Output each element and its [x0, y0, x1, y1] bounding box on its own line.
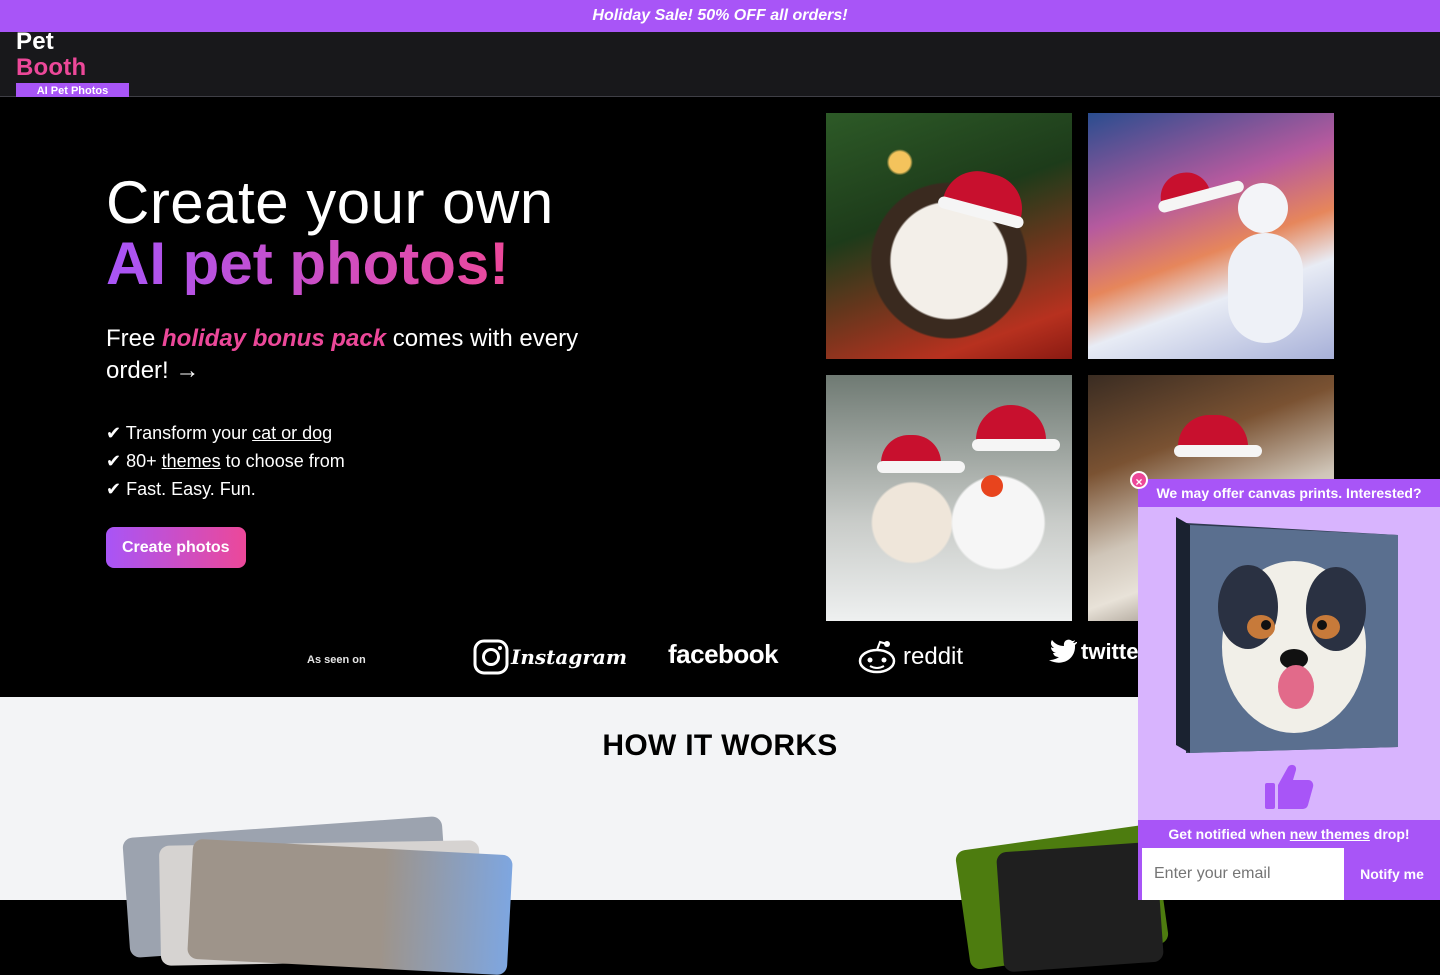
notify-text: Get notified when	[1168, 826, 1290, 842]
feature-item: ✔ Transform your cat or dog	[106, 419, 666, 447]
santa-hat-icon	[942, 163, 1030, 223]
santa-hat-icon	[1155, 167, 1211, 207]
facebook-wordmark: facebook	[668, 639, 779, 669]
reddit-wordmark: reddit	[903, 643, 964, 670]
cat-or-dog-link[interactable]: cat or dog	[252, 423, 332, 443]
hero-subtitle-emphasis: holiday bonus pack	[162, 325, 387, 352]
santa-hat-icon	[877, 435, 965, 473]
gallery-photo-dog-snowman[interactable]	[1088, 113, 1334, 359]
gallery-photo-cat-snowman[interactable]	[826, 375, 1072, 621]
twitter-bird-icon	[1049, 639, 1077, 663]
sample-photo-card	[187, 838, 513, 975]
twitter-logo: twitter	[1047, 639, 1147, 665]
thumbs-up-icon[interactable]	[1264, 763, 1314, 811]
snowman-body-icon	[1228, 233, 1303, 343]
feature-text: ✔ 80+	[106, 451, 162, 471]
santa-hat-icon	[972, 405, 1060, 451]
feature-text: to choose from	[220, 451, 345, 471]
promo-banner: Holiday Sale! 50% OFF all orders!	[0, 0, 1440, 32]
hero-title-line1: Create your own	[106, 169, 554, 236]
logo[interactable]: Pet Booth AI Pet Photos	[16, 29, 129, 99]
as-seen-on-label: As seen on	[307, 654, 366, 666]
notify-me-button[interactable]: Notify me	[1344, 848, 1440, 900]
themes-link[interactable]: themes	[162, 451, 221, 471]
canvas-print-image	[1176, 517, 1398, 753]
promo-banner-text: Holiday Sale! 50% OFF all orders!	[592, 7, 848, 24]
create-photos-button[interactable]: Create photos	[106, 527, 246, 568]
snowman-nose-icon	[981, 475, 1003, 497]
feature-item: ✔ Fast. Easy. Fun.	[106, 475, 666, 503]
instagram-logo: Instagram	[473, 639, 627, 675]
hero-subtitle-before: Free	[106, 325, 163, 352]
hero-title-line2: AI pet photos!	[106, 230, 510, 297]
instagram-icon	[473, 639, 509, 675]
feature-text: ✔ Fast. Easy. Fun.	[106, 479, 256, 499]
santa-hat-icon	[1174, 415, 1262, 457]
instagram-wordmark: Instagram	[511, 645, 627, 669]
email-signup-row: Notify me	[1138, 848, 1440, 900]
reddit-icon	[858, 640, 896, 674]
logo-part2: Booth	[16, 54, 87, 81]
snowman-head-icon	[1238, 183, 1288, 233]
feature-item: ✔ 80+ themes to choose from	[106, 447, 666, 475]
email-input[interactable]	[1142, 848, 1344, 900]
canvas-print-preview	[1176, 517, 1398, 753]
close-icon[interactable]: ×	[1130, 471, 1148, 489]
hero-subtitle: Free holiday bonus pack comes with every…	[106, 323, 606, 387]
notify-text: drop!	[1369, 826, 1410, 842]
feature-text: ✔ Transform your	[106, 423, 253, 443]
top-nav: Pet Booth AI Pet Photos	[0, 29, 1440, 99]
new-themes-link[interactable]: new themes	[1290, 826, 1370, 842]
popup-heading: We may offer canvas prints. Interested?	[1138, 479, 1440, 507]
logo-part1: Pet	[16, 28, 54, 55]
notify-bar: Get notified when new themes drop!	[1138, 820, 1440, 848]
feature-list: ✔ Transform your cat or dog ✔ 80+ themes…	[106, 419, 666, 503]
canvas-prints-popup: × We may offer canvas prints. Interested…	[1130, 471, 1440, 900]
reddit-logo: reddit	[857, 639, 963, 675]
logo-title: Pet Booth	[16, 29, 129, 81]
hero-copy: Create your own AI pet photos! Free holi…	[106, 173, 666, 568]
facebook-logo: facebook	[668, 639, 779, 670]
gallery-photo-dog-santa-hat[interactable]	[826, 113, 1072, 359]
